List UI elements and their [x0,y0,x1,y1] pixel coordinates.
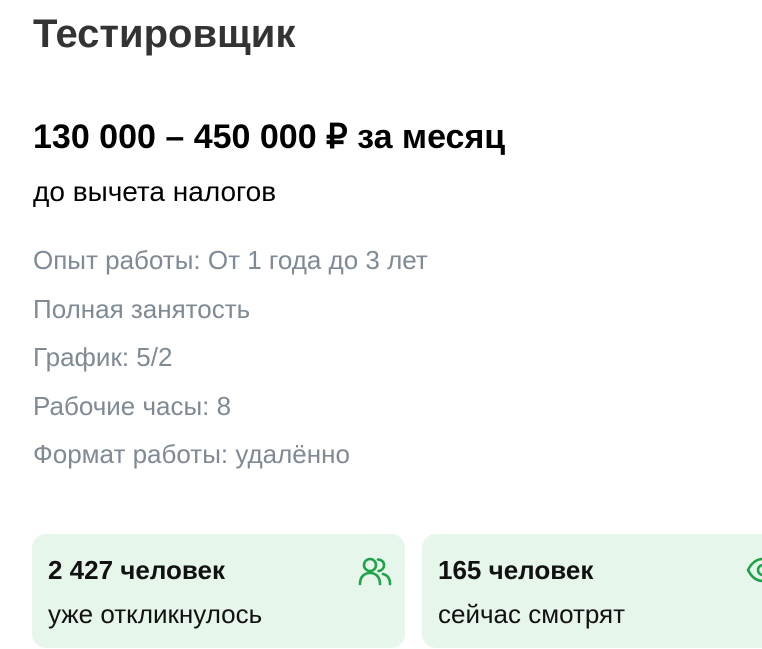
viewers-count: 165 человек [438,555,594,585]
eye-icon [746,557,762,583]
detail-working-hours: Рабочие часы: 8 [33,390,232,421]
detail-employment: Полная занятость [33,293,251,324]
detail-schedule: График: 5/2 [33,342,173,372]
page-title: Тестировщик [33,12,296,56]
salary-note: до вычета налогов [33,176,277,207]
responses-label: уже откликнулось [48,599,263,629]
responses-card: 2 427 человек уже откликнулось [32,534,405,648]
detail-experience: Опыт работы: От 1 года до 3 лет [33,245,428,275]
viewers-label: сейчас смотрят [438,599,626,629]
detail-work-format: Формат работы: удалённо [33,439,350,469]
viewers-card: 165 человек сейчас смотрят [422,534,762,648]
responses-count: 2 427 человек [48,555,226,585]
vacancy-details: Опыт работы: От 1 года до 3 лет Полная з… [33,238,428,481]
people-icon [358,557,392,586]
salary-range: 130 000 – 450 000 ₽ за месяц [33,118,506,156]
